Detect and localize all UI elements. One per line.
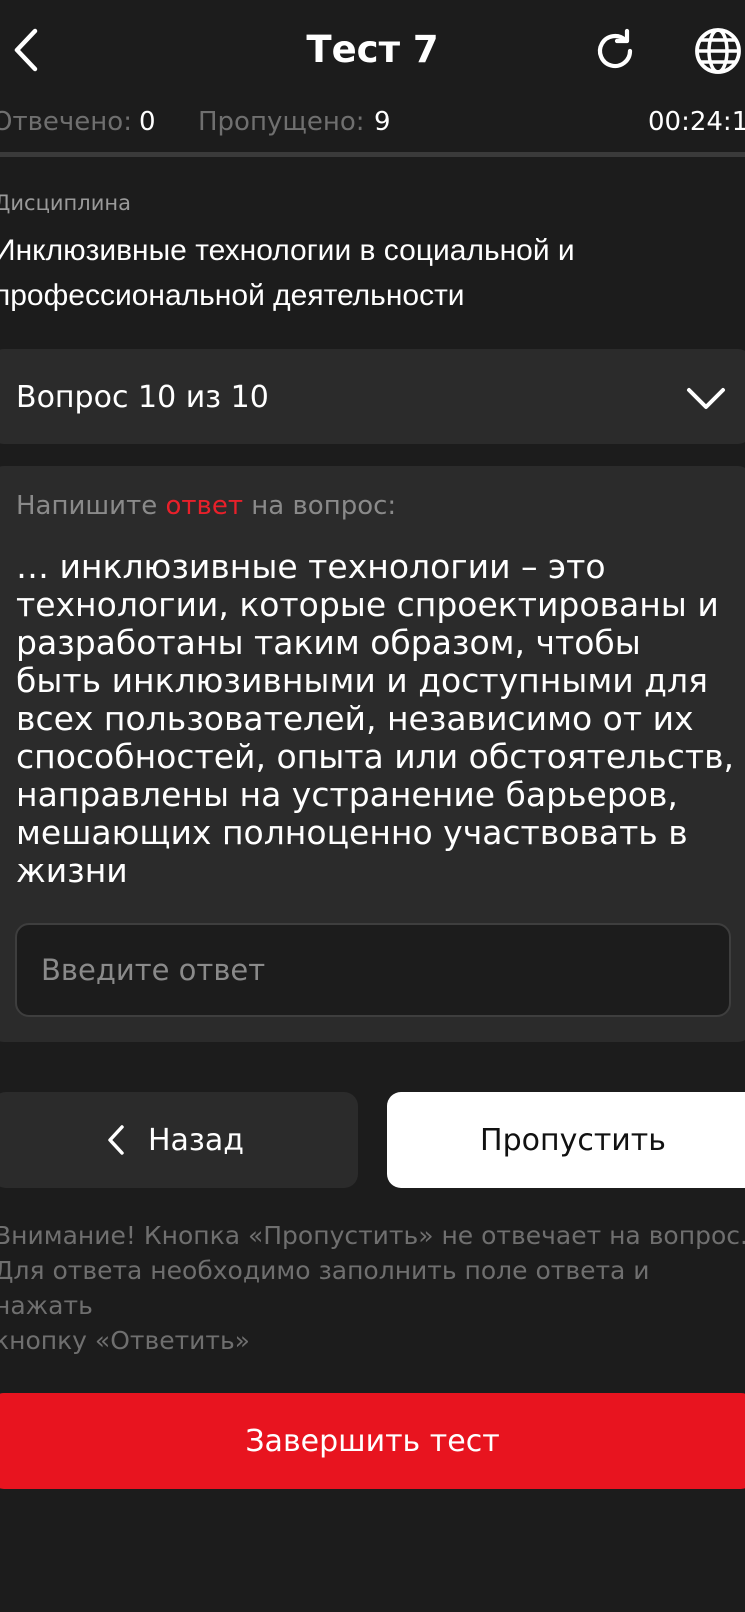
discipline-value: Инклюзивные технологии в социальной и пр… bbox=[0, 234, 575, 312]
question-selector-label: Вопрос 10 из 10 bbox=[16, 380, 269, 415]
question-prompt: Напишите ответ на вопрос: bbox=[16, 488, 396, 524]
skip-warning-text: Внимание! Кнопка «Пропустить» не отвечае… bbox=[0, 1221, 745, 1355]
skipped-count: 9 bbox=[374, 107, 391, 137]
question-text: … инклюзивные технологии – это технологи… bbox=[16, 547, 735, 890]
prompt-text-before: Напишите bbox=[16, 491, 166, 521]
refresh-button[interactable] bbox=[588, 24, 642, 78]
finish-test-button[interactable]: Завершить тест bbox=[0, 1393, 745, 1489]
globe-icon bbox=[695, 28, 741, 74]
page-title: Тест 7 bbox=[306, 28, 439, 71]
back-button-label: Назад bbox=[147, 1122, 245, 1158]
prompt-text-after: на вопрос: bbox=[243, 491, 397, 521]
back-button[interactable]: Назад bbox=[0, 1092, 358, 1188]
refresh-icon bbox=[597, 28, 633, 69]
prompt-accent-word: ответ bbox=[165, 491, 244, 521]
discipline-label: Дисциплина bbox=[0, 191, 131, 215]
progress-divider bbox=[0, 152, 745, 157]
answered-count: 0 bbox=[139, 107, 156, 137]
chevron-down-icon[interactable] bbox=[684, 380, 728, 416]
timer: 00:24:12 bbox=[648, 107, 745, 137]
answer-input[interactable] bbox=[15, 923, 731, 1017]
chevron-left-icon bbox=[108, 1125, 124, 1155]
back-nav-button[interactable] bbox=[0, 18, 52, 82]
chevron-left-icon bbox=[14, 28, 38, 72]
answered-label: Отвечено: bbox=[0, 107, 132, 137]
skip-button[interactable]: Пропустить bbox=[387, 1092, 745, 1188]
language-button[interactable] bbox=[691, 24, 745, 78]
skipped-label: Пропущено: bbox=[198, 107, 365, 137]
